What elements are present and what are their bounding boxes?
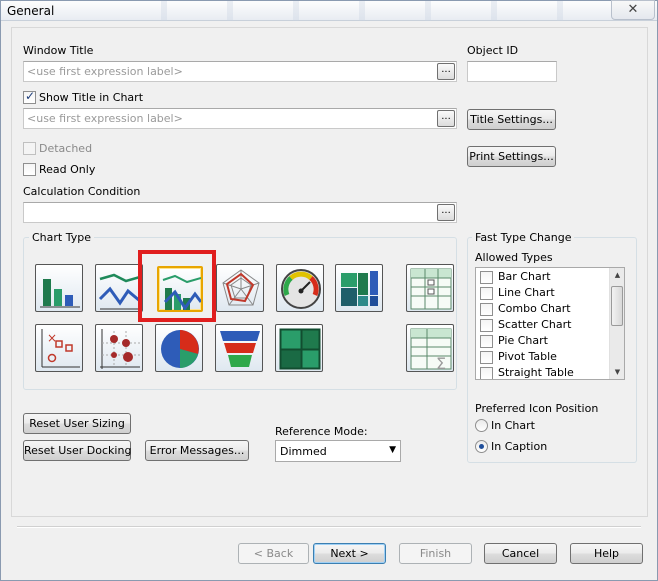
in-caption-label: In Caption [491,440,548,453]
svg-text:Σ: Σ [436,354,446,372]
pie-chart-type-checkbox[interactable] [480,335,493,348]
mekko-chart-icon[interactable] [335,264,383,312]
block-chart-icon[interactable] [275,324,323,372]
list-item[interactable]: Bar Chart [478,269,608,285]
radar-chart-icon[interactable] [216,264,264,312]
scatter-chart-icon[interactable]: × [35,324,83,372]
list-item[interactable]: Straight Table [478,365,608,379]
scroll-up-icon[interactable]: ▲ [610,268,624,282]
back-button[interactable]: < Back [238,543,309,564]
chart-type-label: Chart Type [29,231,94,244]
list-item[interactable]: Pivot Table [478,349,608,365]
list-item[interactable]: Combo Chart [478,301,608,317]
line-chart-type-checkbox[interactable] [480,287,493,300]
cancel-button[interactable]: Cancel [484,543,557,564]
list-item[interactable]: Line Chart [478,285,608,301]
read-only-label: Read Only [39,163,96,176]
reset-user-docking-button[interactable]: Reset User Docking [23,440,131,461]
detached-label: Detached [39,142,93,155]
grid-chart-icon[interactable] [95,324,143,372]
title-settings-button[interactable]: Title Settings... [467,109,556,130]
chart-title-input[interactable]: <use first expression label> ... [23,108,457,129]
allowed-types-label: Allowed Types [475,251,553,264]
next-button[interactable]: Next > [313,543,386,564]
straight-table-type-checkbox[interactable] [480,367,493,379]
list-item-label: Pie Chart [498,334,548,347]
allowed-types-list[interactable]: Bar Chart Line Chart Combo Chart Scatter… [475,267,625,380]
list-item[interactable]: Scatter Chart [478,317,608,333]
funnel-chart-icon[interactable] [215,324,263,372]
list-item-label: Scatter Chart [498,318,572,331]
reference-mode-label: Reference Mode: [275,425,368,438]
gauge-chart-icon[interactable] [276,264,324,312]
pivot-table-type-checkbox[interactable] [480,351,493,364]
scroll-thumb[interactable] [611,286,623,326]
fast-type-change-label: Fast Type Change [472,231,575,244]
read-only-checkbox[interactable] [23,163,36,176]
calculation-condition-input[interactable]: ... [23,202,457,223]
window-title-input[interactable]: <use first expression label> ... [23,61,457,82]
scroll-down-icon[interactable]: ▼ [610,365,624,379]
footer-separator [17,526,641,528]
bar-chart-type-checkbox[interactable] [480,271,493,284]
show-title-checkbox[interactable] [23,89,36,104]
scatter-chart-type-checkbox[interactable] [480,319,493,332]
window-title-expression-button[interactable]: ... [437,63,455,80]
reference-mode-value: Dimmed [280,445,327,458]
detached-checkbox[interactable] [23,142,36,155]
object-id-label: Object ID [467,44,519,57]
close-button[interactable]: ✕ [611,0,655,20]
title-bar-decoration [101,1,601,21]
bar-chart-icon[interactable] [35,264,83,312]
list-item-label: Straight Table [498,366,574,379]
window-title-label: Window Title [23,44,94,57]
window-title-placeholder: <use first expression label> [27,65,183,78]
preferred-icon-position-label: Preferred Icon Position [475,402,599,415]
list-scrollbar[interactable]: ▲ ▼ [609,268,624,379]
reference-mode-select[interactable]: Dimmed ▼ [275,440,401,462]
list-item-label: Line Chart [498,286,555,299]
reset-user-sizing-button[interactable]: Reset User Sizing [23,413,131,434]
general-dialog: General ✕ Window Title <use first expres… [0,0,658,581]
selection-highlight-box [138,250,216,322]
list-item-label: Combo Chart [498,302,571,315]
chart-title-expression-button[interactable]: ... [437,110,455,127]
show-title-label: Show Title in Chart [39,91,144,104]
in-caption-radio[interactable] [475,440,488,453]
line-chart-icon[interactable] [95,264,143,312]
in-chart-label: In Chart [491,419,535,432]
straight-table-icon[interactable]: Σ [406,324,454,372]
list-item[interactable]: Pie Chart [478,333,608,349]
window-title: General [7,4,55,18]
pivot-table-icon[interactable] [406,264,454,312]
help-button[interactable]: Help [570,543,643,564]
chart-title-placeholder: <use first expression label> [27,112,183,125]
object-id-input[interactable] [467,61,557,82]
list-item-label: Bar Chart [498,270,551,283]
calculation-condition-expression-button[interactable]: ... [437,204,455,221]
chevron-down-icon: ▼ [389,445,396,455]
in-chart-radio[interactable] [475,419,488,432]
calculation-condition-label: Calculation Condition [23,185,141,198]
combo-chart-type-checkbox[interactable] [480,303,493,316]
error-messages-button[interactable]: Error Messages... [145,440,249,461]
list-item-label: Pivot Table [498,350,557,363]
title-bar: General ✕ [1,0,657,21]
pie-chart-icon[interactable] [155,324,203,372]
print-settings-button[interactable]: Print Settings... [467,146,556,167]
finish-button[interactable]: Finish [399,543,472,564]
